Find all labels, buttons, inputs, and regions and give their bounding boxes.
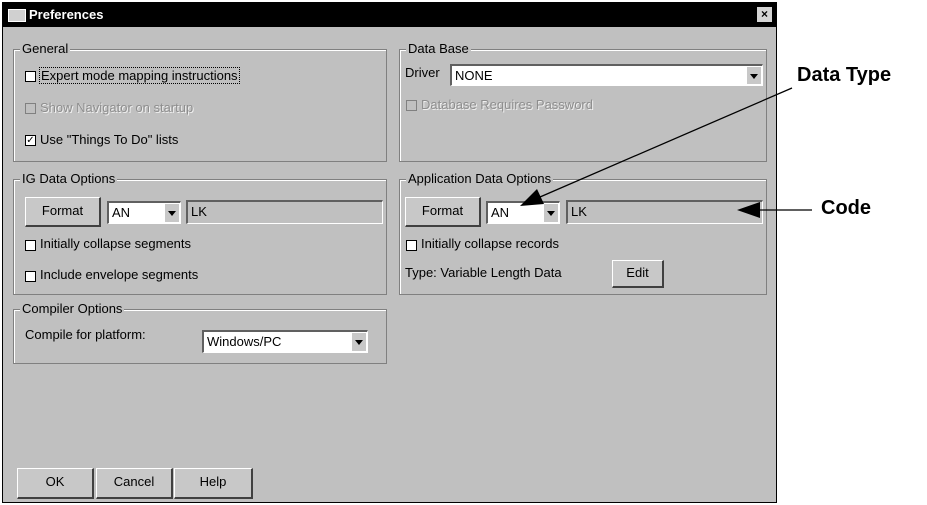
general-legend: General — [20, 41, 71, 57]
driver-value: NONE — [455, 68, 493, 83]
ig-collapse-checkbox[interactable] — [25, 240, 36, 251]
ig-envelope-checkbox[interactable] — [25, 271, 36, 282]
things-to-do-label[interactable]: Use "Things To Do" lists — [40, 132, 178, 147]
show-navigator-label: Show Navigator on startup — [40, 100, 194, 115]
ok-button[interactable]: OK — [17, 468, 94, 499]
app-collapse-checkbox[interactable] — [406, 240, 417, 251]
preferences-window: Preferences × General Expert mode mappin… — [2, 2, 777, 503]
database-group: Data Base Driver NONE Database Requires … — [399, 41, 767, 162]
record-type-text: Type: Variable Length Data — [405, 265, 562, 280]
data-type-annotation: Data Type — [797, 64, 892, 86]
title-bar: Preferences × — [3, 3, 776, 27]
platform-select[interactable]: Windows/PC — [202, 330, 368, 353]
compiler-group: Compiler Options Compile for platform: W… — [13, 301, 387, 364]
ig-code-field: LK — [186, 200, 383, 224]
platform-value: Windows/PC — [207, 334, 282, 349]
close-button[interactable]: × — [756, 6, 773, 23]
ig-envelope-label[interactable]: Include envelope segments — [40, 267, 198, 282]
window-menu-icon[interactable] — [8, 9, 26, 22]
general-group: General Expert mode mapping instructions… — [13, 41, 387, 162]
expert-mode-checkbox[interactable] — [25, 71, 36, 82]
app-format-button[interactable]: Format — [405, 197, 481, 227]
cancel-button[interactable]: Cancel — [96, 468, 173, 499]
ig-format-button[interactable]: Format — [25, 197, 101, 227]
chevron-down-icon[interactable] — [543, 204, 558, 222]
app-type-value: AN — [491, 205, 510, 220]
requires-password-checkbox — [406, 100, 417, 111]
help-button[interactable]: Help — [174, 468, 253, 499]
platform-label: Compile for platform: — [25, 327, 146, 342]
compiler-legend: Compiler Options — [20, 301, 125, 317]
app-data-legend: Application Data Options — [406, 171, 554, 187]
edit-button[interactable]: Edit — [612, 260, 664, 288]
database-legend: Data Base — [406, 41, 471, 57]
things-to-do-checkbox[interactable]: ✓ — [25, 135, 36, 146]
ig-data-group: IG Data Options Format AN LK Initially c… — [13, 171, 387, 295]
driver-label: Driver — [405, 65, 440, 80]
show-navigator-checkbox — [25, 103, 36, 114]
ig-data-legend: IG Data Options — [20, 171, 118, 187]
ig-type-value: AN — [112, 205, 131, 220]
ig-type-select[interactable]: AN — [107, 201, 181, 224]
chevron-down-icon[interactable] — [746, 67, 761, 84]
expert-mode-label[interactable]: Expert mode mapping instructions — [39, 67, 240, 84]
requires-password-label: Database Requires Password — [421, 97, 593, 112]
chevron-down-icon[interactable] — [351, 333, 366, 351]
app-collapse-label[interactable]: Initially collapse records — [421, 236, 559, 251]
app-code-field: LK — [566, 200, 763, 224]
window-title: Preferences — [29, 7, 104, 22]
app-type-select[interactable]: AN — [486, 201, 560, 224]
ig-collapse-label[interactable]: Initially collapse segments — [40, 236, 191, 251]
driver-select[interactable]: NONE — [450, 64, 763, 86]
app-data-group: Application Data Options Format AN LK In… — [399, 171, 767, 295]
code-annotation: Code — [821, 197, 871, 219]
chevron-down-icon[interactable] — [164, 204, 179, 222]
